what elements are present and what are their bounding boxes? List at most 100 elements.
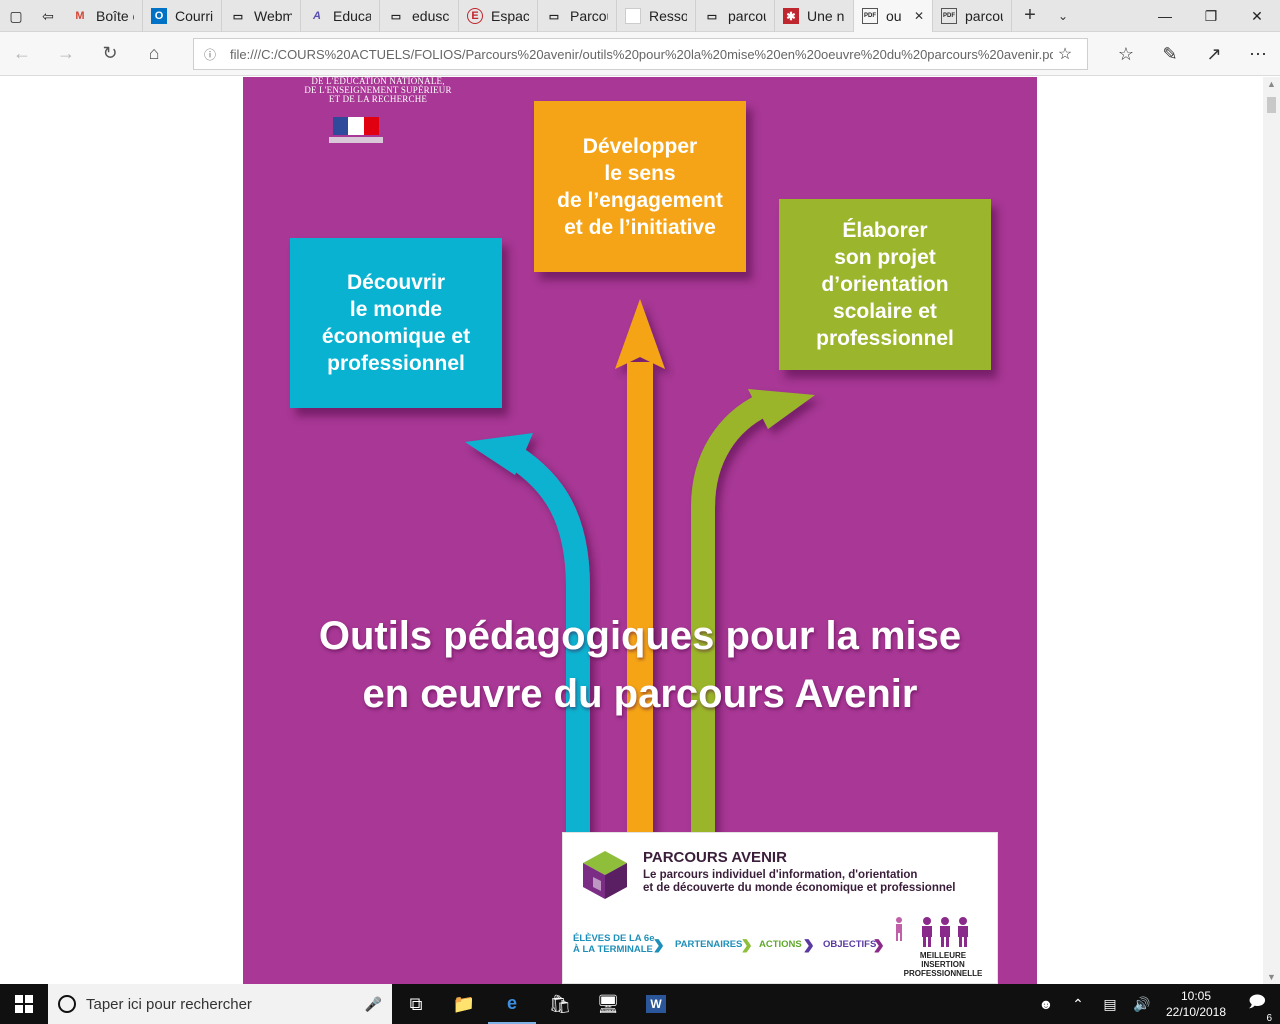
espace-icon: E [467,8,483,24]
tab-outlook[interactable]: O Courri [143,0,222,32]
address-url[interactable]: file:///C:/COURS%20ACTUELS/FOLIOS/Parcou… [230,47,1053,62]
page-icon: ▭ [390,10,402,23]
tab-parcours-pdf[interactable]: PDF parcou [933,0,1012,32]
network-app-icon[interactable]: 🖥 [584,984,632,1024]
restore-button[interactable]: ❐ [1188,0,1234,32]
title-line: Outils pédagogiques pour la mise [318,614,962,658]
tab-ressources[interactable]: Ressou [617,0,696,32]
share-icon[interactable]: ↗ [1192,32,1236,76]
tab-espace[interactable]: E Espace [459,0,538,32]
chevron-down-icon[interactable]: ⌄ [1048,0,1078,31]
educal-icon: A [313,10,321,22]
tab-bar: ▢ ⇦ M Boîte c O Courri ▭ Webm A Educal ▭… [0,0,1280,32]
home-button[interactable]: ⌂ [132,32,176,76]
tab-manager-icon[interactable]: ▢ [0,0,32,32]
tab-educal[interactable]: A Educal [301,0,380,32]
box-elaborer: Élaborer son projet d’orientation scolai… [779,199,991,370]
word-icon[interactable]: W [632,984,680,1024]
box-line: le sens [604,161,676,185]
outlook-icon: O [151,8,167,24]
chevron-up-icon[interactable]: ⌃ [1062,996,1094,1013]
flow-line: PROFESSIONNELLE [903,969,983,978]
scroll-up-icon[interactable]: ▲ [1263,79,1280,89]
close-tab-icon[interactable]: ✕ [914,9,924,23]
box-line: de l’engagement [557,188,723,212]
card-subtitle-line: Le parcours individuel d'information, d'… [643,869,918,881]
file-explorer-icon[interactable]: 📁 [440,984,488,1024]
volume-icon[interactable]: 🔊 [1126,996,1158,1013]
set-tabs-aside-icon[interactable]: ⇦ [32,0,64,32]
parcours-flow: ÉLÈVES DE LA 6e À LA TERMINALE › PARTENA… [571,917,991,983]
cortana-icon [58,995,76,1013]
flow-insertion: MEILLEURE INSERTION PROFESSIONNELLE [903,951,983,978]
tab-webmail[interactable]: ▭ Webm [222,0,301,32]
minimize-button[interactable]: — [1142,0,1188,32]
cube-logo-icon [583,851,627,899]
tab-parcours-2[interactable]: ▭ parcou [696,0,775,32]
flow-line: ÉLÈVES DE LA 6e [573,933,655,944]
title-line: en œuvre du parcours Avenir [362,672,918,716]
scroll-down-icon[interactable]: ▼ [1263,972,1280,982]
box-line: économique et [321,325,471,348]
favorites-icon[interactable]: ☆ [1104,32,1148,76]
address-bar[interactable]: ⓘ file:///C:/COURS%20ACTUELS/FOLIOS/Parc… [193,38,1088,70]
scroll-thumb[interactable] [1267,97,1276,113]
taskbar-search[interactable]: Taper ici pour rechercher 🎤 [48,984,392,1024]
new-tab-button[interactable]: + [1012,0,1048,31]
favorite-star-icon[interactable]: ☆ [1053,44,1077,64]
tab-title: Parcou [570,8,608,24]
page-icon: ▭ [548,10,560,23]
flow-line: À LA TERMINALE [573,944,653,955]
tab-eduscol[interactable]: ▭ edusco [380,0,459,32]
pen-icon[interactable]: ✎ [1148,32,1192,76]
clock[interactable]: 10:05 22/10/2018 [1158,988,1234,1020]
star-logo-icon: ✱ [783,8,799,24]
vertical-scrollbar[interactable]: ▲ ▼ [1263,77,1280,984]
close-window-button[interactable]: ✕ [1234,0,1280,32]
pdf-viewer: DE L'ÉDUCATION NATIONALE, DE L'ENSEIGNEM… [0,77,1280,984]
refresh-button[interactable]: ↻ [88,32,132,76]
box-line: d’orientation [821,273,949,296]
box-line: Développer [582,134,698,158]
box-developper: Développer le sens de l’engagement et de… [534,101,746,272]
box-line: son projet [834,246,936,269]
box-line: le monde [349,298,443,321]
card-subtitle: Le parcours individuel d'information, d'… [643,869,993,895]
box-line: Élaborer [842,219,928,242]
page-icon: ▭ [706,10,718,23]
tab-parcours-1[interactable]: ▭ Parcou [538,0,617,32]
tab-outils-pdf[interactable]: PDF ou ✕ [854,0,933,32]
tab-title: Ressou [649,8,687,24]
navigation-bar: ← → ↻ ⌂ ⓘ file:///C:/COURS%20ACTUELS/FOL… [0,32,1280,76]
notification-center-icon[interactable]: 🗩 6 [1234,991,1280,1024]
clock-time: 10:05 [1180,989,1212,1003]
card-subtitle-line: et de découverte du monde économique et … [643,882,956,894]
tab-gmail[interactable]: M Boîte c [64,0,143,32]
clock-date: 22/10/2018 [1165,1005,1227,1019]
system-tray: ☻ ⌃ ▤ 🔊 10:05 22/10/2018 🗩 6 [1030,984,1280,1024]
flow-eleves: ÉLÈVES DE LA 6e À LA TERMINALE [573,933,654,955]
store-icon[interactable]: 🛍 [536,984,584,1024]
windows-start-icon[interactable] [0,984,48,1024]
box-line: scolaire et [833,300,937,323]
info-icon[interactable]: ⓘ [204,46,224,63]
chevron-right-icon: › [653,925,665,963]
box-line: professionnel [816,327,954,350]
flow-line: INSERTION [921,960,965,969]
forward-button[interactable]: → [44,32,88,76]
network-icon[interactable]: ▤ [1094,996,1126,1013]
tab-title: Espace [491,8,529,24]
gmail-icon: M [75,10,85,22]
microphone-icon[interactable]: 🎤 [365,996,382,1013]
more-icon[interactable]: ⋯ [1236,32,1280,76]
people-icon[interactable]: ☻ [1030,996,1062,1012]
edge-icon[interactable]: e [488,984,536,1024]
flow-partenaires: PARTENAIRES [675,939,743,950]
task-view-icon[interactable]: ⧉ [392,984,440,1024]
back-button[interactable]: ← [0,32,44,76]
tab-une-nouvelle[interactable]: ✱ Une nc [775,0,854,32]
flow-objectifs: OBJECTIFS [823,939,877,950]
pdf-icon: PDF [862,8,878,24]
tab-title: ou [886,8,902,24]
box-line: et de l’initiative [564,215,716,239]
